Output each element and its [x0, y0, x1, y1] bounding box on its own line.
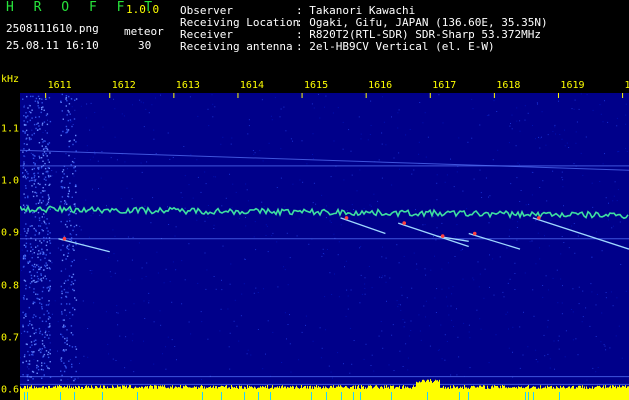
- x-tick-label-1611: 1611: [47, 80, 72, 91]
- meteor-echo-head-3: [440, 234, 445, 238]
- spectrogram-svg: [20, 93, 629, 400]
- x-tick-label-1618: 1618: [496, 80, 521, 91]
- x-tick-label-1616: 1616: [368, 80, 393, 91]
- spectrogram: [20, 93, 629, 400]
- x-tick-label-1615: 1615: [304, 80, 329, 91]
- meteor-echo-head-4: [472, 231, 477, 236]
- x-tick-label-1617: 1617: [432, 80, 457, 91]
- meteor-echo-5: [532, 217, 629, 250]
- meteor-echo-1: [340, 217, 386, 235]
- y-axis-unit: kHz: [1, 74, 20, 85]
- meteor-echo-2: [398, 222, 469, 248]
- meteor-label: meteor: [124, 25, 164, 38]
- meteor-echo-head-2: [402, 221, 407, 225]
- main-carrier-trace: [20, 204, 629, 220]
- info-antenna-value: : 2el-HB9CV Vertical (el. E-W): [296, 40, 495, 53]
- datetime-label: 25.08.11 16:10: [6, 39, 99, 52]
- meteor-echo-head-0: [62, 236, 67, 241]
- x-tick-label-1619: 1619: [560, 80, 585, 91]
- x-tick-label-1613: 1613: [175, 80, 200, 91]
- noise-speckle: [20, 93, 628, 381]
- meteor-echo-4: [468, 232, 521, 250]
- y-tick-label-0.6: 0.6: [1, 384, 20, 396]
- broadband-noise-band: [22, 93, 78, 382]
- info-antenna-key: Receiving antenna: [180, 40, 293, 53]
- signal-level-bar: [20, 379, 629, 400]
- meteor-echo-0: [58, 238, 110, 253]
- meteor-count: 30: [138, 39, 152, 52]
- meteor-echo-head-5: [537, 216, 541, 220]
- y-tick-label-0.9: 0.9: [1, 227, 20, 239]
- x-tick-label-1620: 1620: [624, 80, 629, 91]
- y-tick-label-1.0: 1.0: [1, 175, 20, 187]
- meteor-echo-head-1: [344, 216, 349, 220]
- faint-line-0: [20, 149, 629, 171]
- x-tick-label-1612: 1612: [111, 80, 136, 91]
- hrofft-window: H R O F F T 1.0.0 2508111610.png meteor …: [0, 0, 629, 400]
- version-label: 1.0.0: [126, 3, 160, 16]
- x-tick-label-1614: 1614: [239, 80, 264, 91]
- y-tick-label-0.8: 0.8: [1, 280, 20, 292]
- filename-label: 2508111610.png: [6, 22, 99, 35]
- y-tick-label-1.1: 1.1: [1, 123, 20, 135]
- y-tick-label-0.7: 0.7: [1, 332, 20, 344]
